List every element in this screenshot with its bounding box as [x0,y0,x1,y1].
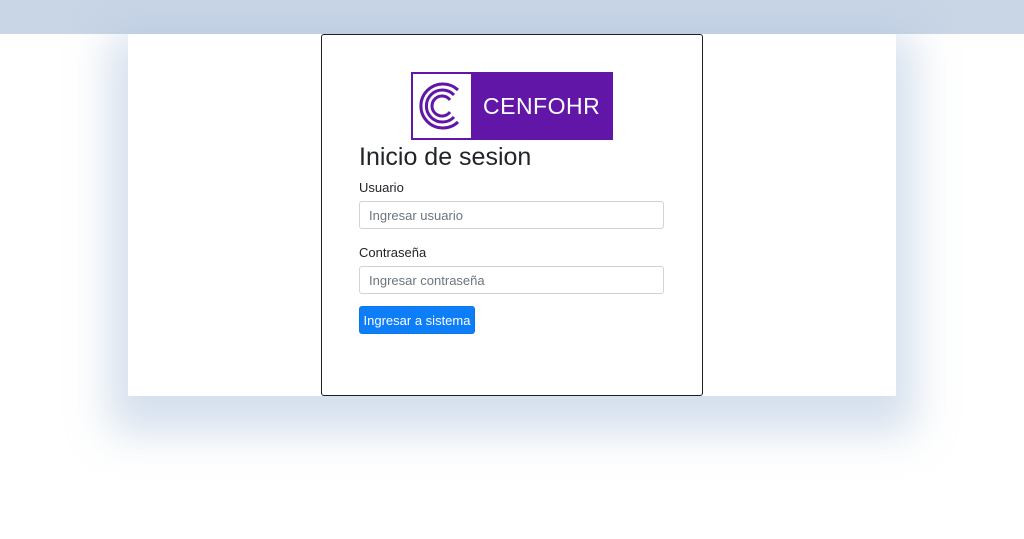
password-label: Contraseña [359,245,427,260]
username-label: Usuario [359,180,404,195]
page-title: Inicio de sesion [359,143,532,171]
top-band [0,0,1024,34]
login-submit-button[interactable]: Ingresar a sistema [359,306,475,334]
username-input[interactable] [359,201,664,229]
logo-c-icon [411,72,473,140]
logo-text: CENFOHR [483,92,601,119]
login-card: CENFOHR Inicio de sesion Usuario Contras… [321,34,703,396]
password-input[interactable] [359,266,664,294]
cenfohr-logo: CENFOHR [411,72,613,140]
